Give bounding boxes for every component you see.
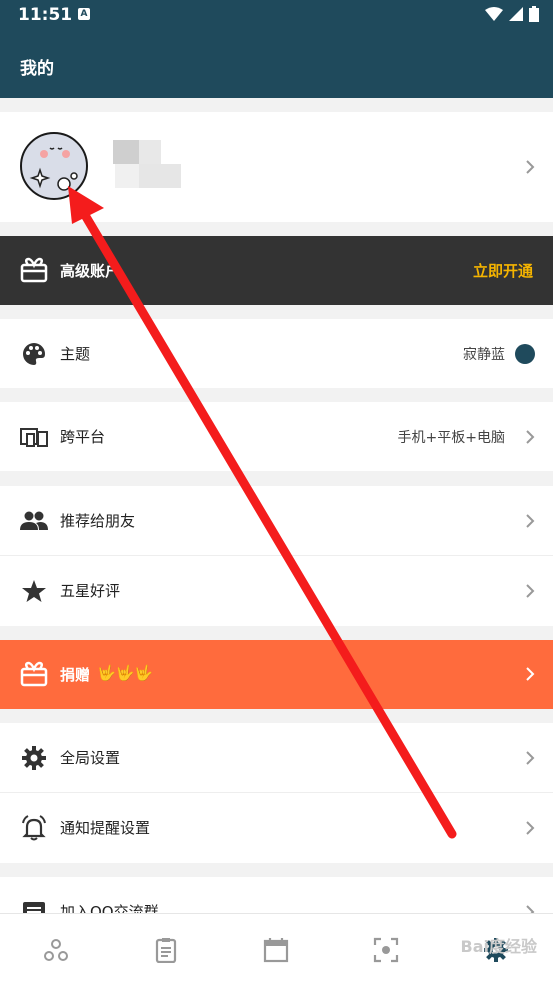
annotation-arrow [68,186,457,839]
